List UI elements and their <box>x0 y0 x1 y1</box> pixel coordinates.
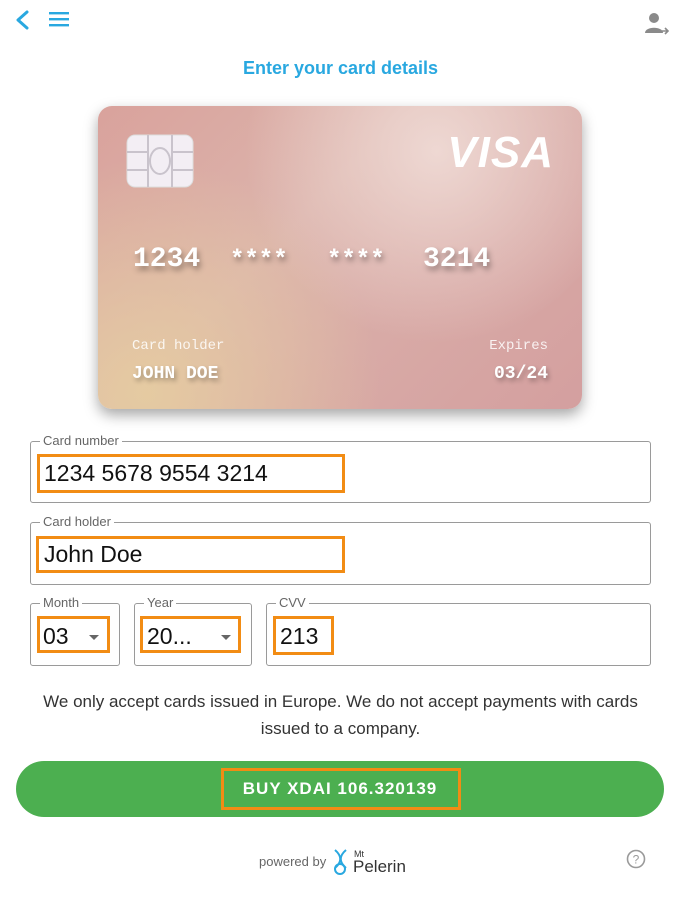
card-number-segment: **** <box>230 247 288 274</box>
powered-by-text: powered by <box>259 854 327 869</box>
card-preview: VISA 1234 **** **** 3214 Card holder JOH… <box>98 106 582 409</box>
card-holder-value: JOHN DOE <box>132 364 219 384</box>
card-holder-label: Card holder <box>132 338 225 354</box>
user-login-icon[interactable] <box>644 11 670 37</box>
card-number-display: 1234 **** **** 3214 <box>133 244 553 284</box>
mt-pelerin-logo-icon[interactable] <box>332 848 352 876</box>
back-chevron-icon[interactable] <box>12 9 34 31</box>
question-circle-icon[interactable]: ? <box>626 849 646 869</box>
year-label: Year <box>144 595 177 611</box>
card-number-label: Card number <box>40 433 122 449</box>
card-number-highlight <box>37 454 345 493</box>
card-restriction-notice: We only accept cards issued in Europe. W… <box>43 692 638 738</box>
brand-name: Pelerin <box>353 857 406 876</box>
buy-button-highlight <box>221 768 461 810</box>
svg-text:?: ? <box>633 853 640 867</box>
card-number-segment: 1234 <box>133 244 201 275</box>
expires-label: Expires <box>489 338 548 354</box>
page-title: Enter your card details <box>242 58 439 78</box>
card-chip-icon <box>126 134 194 188</box>
month-label: Month <box>40 595 83 611</box>
hamburger-menu-icon[interactable] <box>48 9 70 29</box>
cvv-highlight <box>273 616 334 655</box>
year-highlight <box>140 616 241 653</box>
card-holder-highlight <box>36 536 345 573</box>
card-number-segment: **** <box>327 247 385 274</box>
card-holder-field-label: Card holder <box>40 514 114 530</box>
visa-logo: VISA <box>447 128 554 177</box>
month-highlight <box>37 616 110 653</box>
card-number-segment: 3214 <box>423 244 491 275</box>
expires-value: 03/24 <box>493 364 548 384</box>
cvv-label: CVV <box>276 595 309 611</box>
